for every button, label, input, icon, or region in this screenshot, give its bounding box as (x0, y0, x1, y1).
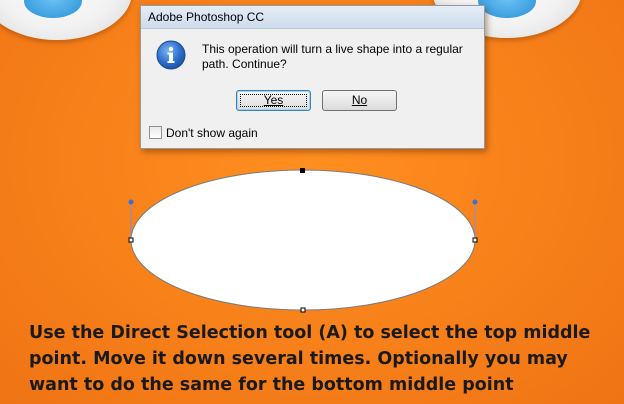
anchor-point-bottom[interactable] (300, 307, 306, 313)
info-icon (156, 40, 186, 70)
dont-show-again-row[interactable]: Don't show again (149, 126, 258, 140)
caption-line-1: Use the Direct Selection tool (A) to sel… (29, 323, 591, 343)
no-button-label: No (351, 93, 368, 107)
focus-ring (240, 94, 307, 107)
dialog-message: This operation will turn a live shape in… (202, 42, 463, 71)
anchor-point-top[interactable] (300, 168, 305, 173)
handle-point-right[interactable] (472, 199, 478, 205)
anchor-point-right[interactable] (472, 237, 478, 243)
handle-point-left[interactable] (128, 199, 134, 205)
ellipse-path[interactable] (130, 169, 476, 311)
no-button[interactable]: No (322, 90, 397, 111)
caption-line-2: point. Move it down several times. Optio… (29, 349, 568, 369)
confirm-dialog: Adobe Photoshop CC This operation will t… (140, 5, 485, 149)
dialog-title: Adobe Photoshop CC (141, 6, 484, 29)
caption-line-3: want to do the same for the bottom middl… (29, 375, 514, 395)
tutorial-caption: Use the Direct Selection tool (A) to sel… (29, 320, 619, 398)
document-canvas: Adobe Photoshop CC This operation will t… (0, 0, 624, 404)
dont-show-again-label: Don't show again (166, 126, 258, 140)
dont-show-again-checkbox[interactable] (149, 126, 162, 139)
yes-button[interactable]: Yes (236, 90, 311, 111)
anchor-point-left[interactable] (128, 237, 134, 243)
